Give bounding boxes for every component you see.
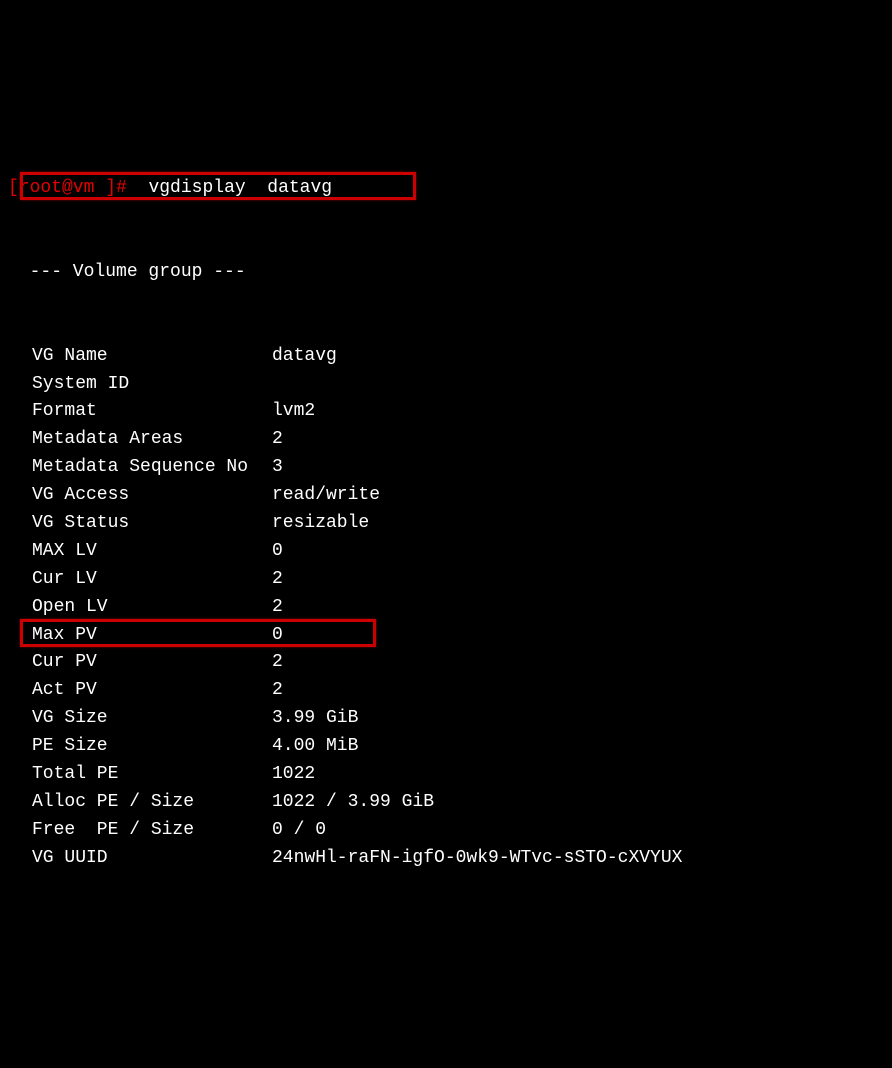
field-label: Free PE / Size <box>8 817 272 845</box>
command-argument: datavg <box>267 178 332 198</box>
field-label: Alloc PE / Size <box>8 789 272 817</box>
field-label: Format <box>8 398 272 426</box>
field-value: 2 <box>272 677 283 705</box>
header-text: --- Volume group --- <box>8 262 246 282</box>
prompt-line: [root@vm ]# vgdisplay datavg <box>8 175 884 203</box>
field-value: 0 <box>272 538 283 566</box>
field-value: 2 <box>272 649 283 677</box>
terminal-output: [root@vm ]# vgdisplay datavg --- Volume … <box>8 120 884 1013</box>
output-row: Cur PV2 <box>8 649 884 677</box>
field-value: 4.00 MiB <box>272 733 358 761</box>
output-row: Act PV2 <box>8 677 884 705</box>
output-row: Formatlvm2 <box>8 398 884 426</box>
field-label: PE Size <box>8 733 272 761</box>
output-row: Metadata Sequence No3 <box>8 454 884 482</box>
output-row: Alloc PE / Size1022 / 3.99 GiB <box>8 789 884 817</box>
output-row: PE Size4.00 MiB <box>8 733 884 761</box>
field-value: lvm2 <box>272 398 315 426</box>
field-value: 0 / 0 <box>272 817 326 845</box>
field-value: 2 <box>272 594 283 622</box>
field-value: 3 <box>272 454 283 482</box>
field-label: Cur LV <box>8 566 272 594</box>
output-row: Cur LV2 <box>8 566 884 594</box>
field-label: MAX LV <box>8 538 272 566</box>
field-label: VG Access <box>8 482 272 510</box>
header-row: --- Volume group --- <box>8 259 884 287</box>
output-row: Metadata Areas2 <box>8 426 884 454</box>
field-label: Max PV <box>8 622 272 650</box>
output-row: VG Accessread/write <box>8 482 884 510</box>
output-row: Total PE1022 <box>8 761 884 789</box>
command: vgdisplay <box>148 178 245 198</box>
field-value: 1022 <box>272 761 315 789</box>
field-value: 2 <box>272 566 283 594</box>
field-label: Act PV <box>8 677 272 705</box>
field-label: System ID <box>8 371 272 399</box>
field-label: VG UUID <box>8 845 272 873</box>
output-row: VG UUID24nwHl-raFN-igfO-0wk9-WTvc-sSTO-c… <box>8 845 884 873</box>
output-row: MAX LV0 <box>8 538 884 566</box>
field-label: Open LV <box>8 594 272 622</box>
output-row: VG Size3.99 GiB <box>8 705 884 733</box>
field-label: Metadata Areas <box>8 426 272 454</box>
field-value: 2 <box>272 426 283 454</box>
prompt-hash: # <box>116 178 127 198</box>
output-row: Open LV2 <box>8 594 884 622</box>
field-value: 1022 / 3.99 GiB <box>272 789 434 817</box>
field-label: Total PE <box>8 761 272 789</box>
field-value: read/write <box>272 482 380 510</box>
prompt-user-host: [root@vm ] <box>8 178 116 198</box>
field-label: VG Size <box>8 705 272 733</box>
output-row: VG Namedatavg <box>8 343 884 371</box>
output-row: System ID <box>8 371 884 399</box>
output-row: Max PV0 <box>8 622 884 650</box>
field-label: Metadata Sequence No <box>8 454 272 482</box>
field-value: 3.99 GiB <box>272 705 358 733</box>
field-value: 0 <box>272 622 283 650</box>
field-value: datavg <box>272 343 337 371</box>
field-label: Cur PV <box>8 649 272 677</box>
field-label: VG Name <box>8 343 272 371</box>
field-value: 24nwHl-raFN-igfO-0wk9-WTvc-sSTO-cXVYUX <box>272 845 682 873</box>
output-row: Free PE / Size0 / 0 <box>8 817 884 845</box>
